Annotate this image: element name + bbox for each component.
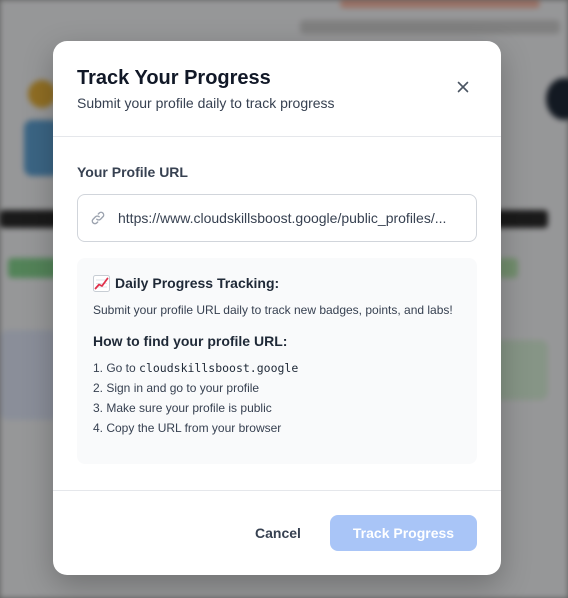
profile-url-input[interactable] [118, 210, 464, 226]
dialog-header: Track Your Progress Submit your profile … [53, 41, 501, 137]
close-icon [457, 80, 469, 98]
howto-heading: How to find your profile URL: [93, 333, 288, 349]
chart-increasing-icon [93, 274, 110, 292]
link-icon [90, 210, 106, 226]
close-button[interactable] [455, 81, 471, 97]
dialog-subtitle: Submit your profile daily to track progr… [77, 95, 335, 111]
dialog-body: Your Profile URL Daily Progre [53, 137, 501, 491]
howto-step: 4. Copy the URL from your browser [93, 421, 282, 435]
howto-step-text: 1. Go to [93, 361, 140, 375]
tracking-info-text: Submit your profile URL daily to track n… [93, 303, 453, 317]
howto-step: 3. Make sure your profile is public [93, 401, 272, 415]
dialog-footer: Cancel Track Progress [53, 491, 501, 575]
domain-code: cloudskillsboost.google [139, 361, 299, 375]
profile-url-label: Your Profile URL [77, 164, 188, 180]
tracking-info-title: Daily Progress Tracking: [115, 275, 280, 291]
tracking-info-heading: Daily Progress Tracking: [93, 274, 461, 292]
track-progress-dialog: Track Your Progress Submit your profile … [53, 41, 501, 575]
profile-url-field[interactable] [77, 194, 477, 242]
howto-steps-list: 1. Go to cloudskillsboost.google 2. Sign… [93, 358, 461, 438]
howto-step: 2. Sign in and go to your profile [93, 381, 260, 395]
track-progress-button[interactable]: Track Progress [330, 515, 477, 551]
tracking-info-box: Daily Progress Tracking: Submit your pro… [77, 258, 477, 464]
cancel-button[interactable]: Cancel [242, 515, 314, 551]
howto-step: 1. Go to cloudskillsboost.google [93, 358, 461, 378]
dialog-title: Track Your Progress [77, 67, 271, 89]
